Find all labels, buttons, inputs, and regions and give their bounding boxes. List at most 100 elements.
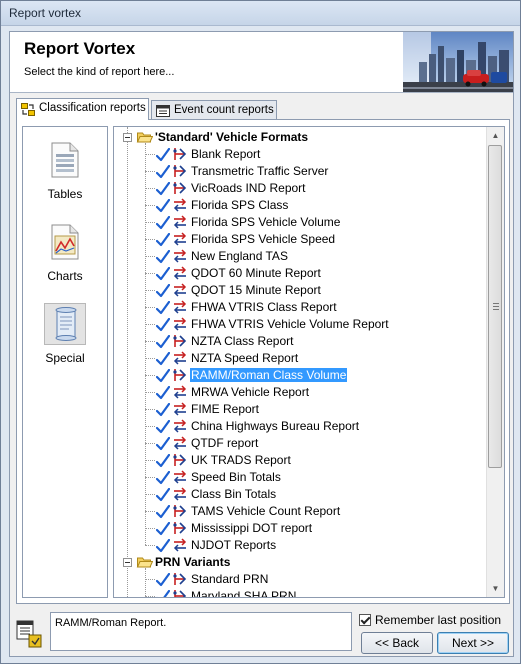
check-icon — [156, 590, 170, 597]
classify-icon — [173, 148, 187, 160]
remember-position-option[interactable]: Remember last position — [359, 613, 509, 629]
classify-icon — [173, 369, 187, 381]
tree-item-label: Florida SPS Vehicle Speed — [191, 232, 336, 246]
folder-open-icon — [136, 557, 153, 568]
tree-item-label: QTDF report — [191, 436, 259, 450]
check-icon — [156, 437, 170, 451]
grip-icon — [493, 303, 499, 310]
folder-open-icon — [136, 132, 153, 143]
check-icon — [156, 488, 170, 502]
tree-item-label: Florida SPS Vehicle Volume — [191, 215, 341, 229]
arrows-icon — [173, 300, 187, 314]
tree-item-label: Class Bin Totals — [191, 487, 277, 501]
tree-item-label: MRWA Vehicle Report — [191, 385, 310, 399]
check-icon — [156, 369, 170, 383]
tab-classification-reports[interactable]: Classification reports — [16, 98, 149, 120]
check-icon — [156, 454, 170, 468]
check-icon — [156, 420, 170, 434]
report-wizard-icon — [16, 620, 42, 648]
check-icon — [156, 318, 170, 332]
check-icon — [156, 471, 170, 485]
collapse-icon[interactable] — [123, 558, 132, 567]
arrows-icon — [173, 470, 187, 484]
tree-item-label: RAMM/Roman Class Volume — [190, 368, 348, 382]
arrows-icon — [173, 402, 187, 416]
tree-item-label: FHWA VTRIS Class Report — [191, 300, 337, 314]
check-icon — [156, 301, 170, 315]
classify-icon — [173, 335, 187, 347]
tree-item-label: QDOT 60 Minute Report — [191, 266, 321, 280]
tab-label: Event count reports — [174, 104, 274, 116]
wizard-header: Report Vortex Select the kind of report … — [10, 32, 513, 93]
tree-item-label: Blank Report — [191, 147, 261, 161]
title-bar[interactable]: Report vortex — [1, 1, 520, 26]
tree-group-label: 'Standard' Vehicle Formats — [155, 130, 309, 144]
back-button[interactable]: << Back — [361, 632, 433, 654]
remember-checkbox[interactable] — [359, 614, 371, 626]
sidebar-item-label: Tables — [47, 187, 83, 201]
check-icon — [156, 573, 170, 587]
classify-icon — [173, 454, 187, 466]
check-icon — [156, 284, 170, 298]
arrows-icon — [173, 538, 187, 552]
sidebar-item-charts[interactable]: Charts — [32, 219, 98, 297]
tree-item-label: New England TAS — [191, 249, 288, 263]
scroll-thumb[interactable] — [488, 145, 502, 468]
arrows-icon — [173, 232, 187, 246]
sidebar-item-tables[interactable]: Tables — [32, 137, 98, 215]
classify-icon — [173, 165, 187, 177]
check-icon — [156, 250, 170, 264]
arrows-icon — [173, 419, 187, 433]
check-icon — [156, 539, 170, 553]
check-icon — [156, 386, 170, 400]
wizard-body: Report Vortex Select the kind of report … — [9, 31, 514, 657]
page-title: Report Vortex — [24, 39, 136, 58]
collapse-icon[interactable] — [123, 133, 132, 142]
check-icon — [156, 267, 170, 281]
tab-event-count-reports[interactable]: Event count reports — [151, 100, 277, 119]
arrows-icon — [173, 283, 187, 297]
arrows-icon — [173, 317, 187, 331]
arrows-icon — [173, 215, 187, 229]
arrows-icon — [173, 436, 187, 450]
check-icon — [156, 403, 170, 417]
classify-icon — [173, 522, 187, 534]
tree-scrollbar[interactable]: ▲ ▼ — [486, 127, 504, 597]
classify-icon — [173, 573, 187, 585]
status-description: RAMM/Roman Report. — [50, 612, 352, 651]
classify-icon — [173, 505, 187, 517]
report-category-sidebar: Tables Charts Special — [22, 126, 108, 598]
check-icon — [156, 165, 170, 179]
tree-item-label: QDOT 15 Minute Report — [191, 283, 321, 297]
next-button[interactable]: Next >> — [437, 632, 509, 654]
page-subtitle: Select the kind of report here... — [24, 66, 175, 78]
tree-item-label: Maryland SHA PRN — [191, 589, 297, 598]
sidebar-item-label: Charts — [47, 269, 83, 283]
remember-label: Remember last position — [375, 613, 502, 627]
tree-item-label: Speed Bin Totals — [191, 470, 281, 484]
check-icon — [156, 182, 170, 196]
arrows-icon — [173, 198, 187, 212]
status-text: RAMM/Roman Report. — [55, 617, 167, 629]
table-document-icon — [51, 142, 79, 178]
tree-item-label: NZTA Class Report — [191, 334, 294, 348]
tree-connector — [145, 568, 146, 596]
scroll-up-arrow-icon[interactable]: ▲ — [487, 127, 504, 144]
scroll-icon — [55, 307, 77, 341]
arrows-icon — [173, 351, 187, 365]
chart-document-icon — [51, 224, 79, 260]
report-tree[interactable]: 'Standard' Vehicle Formats Blank Report Tr… — [113, 126, 505, 598]
calendar-icon — [156, 105, 170, 117]
check-icon — [156, 148, 170, 162]
tree-root-connector — [127, 127, 128, 597]
tree-item-label: VicRoads IND Report — [191, 181, 306, 195]
tree-item-label: UK TRADS Report — [191, 453, 291, 467]
tree-item-label: Transmetric Traffic Server — [191, 164, 329, 178]
tree-group-label: PRN Variants — [155, 555, 231, 569]
scroll-down-arrow-icon[interactable]: ▼ — [487, 580, 504, 597]
sidebar-item-special[interactable]: Special — [32, 301, 98, 379]
classify-icon — [173, 182, 187, 194]
classification-tab-panel: Tables Charts Special 'Standard' Vehicle… — [16, 119, 510, 604]
window-title: Report vortex — [9, 6, 82, 20]
check-icon — [156, 216, 170, 230]
